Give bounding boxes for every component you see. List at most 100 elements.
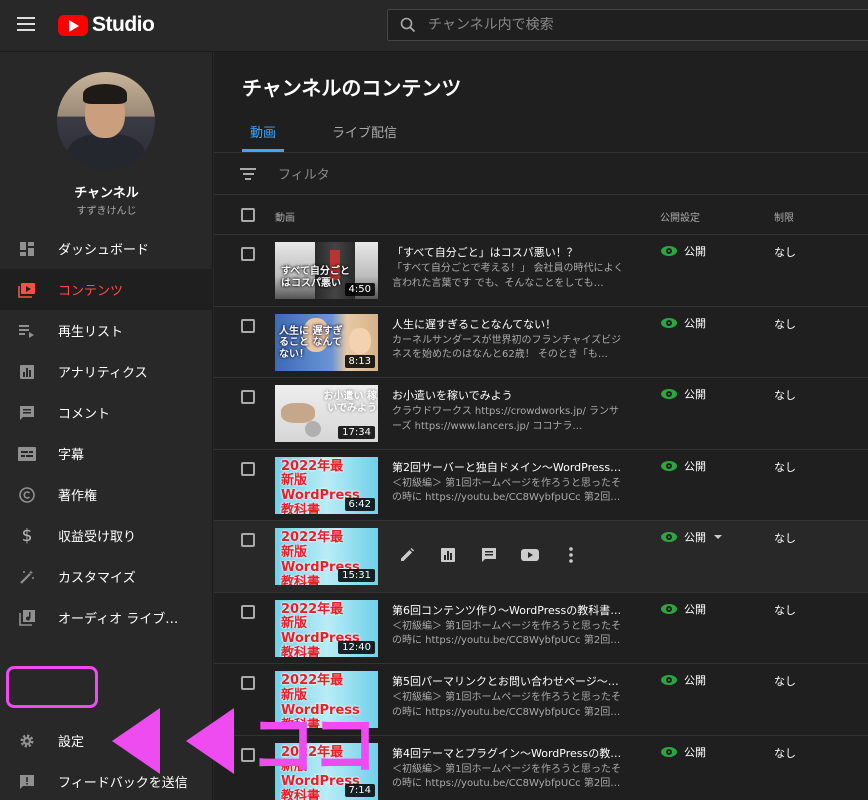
video-title[interactable]: お小遣いを稼いでみよう	[392, 387, 628, 403]
column-header-video[interactable]: 動画	[275, 209, 295, 224]
visibility-status[interactable]: 公開	[661, 601, 706, 617]
filter-input[interactable]: フィルタ	[278, 164, 330, 183]
thumbnail-caption: 2022年最新版 WordPress 教科書	[281, 744, 360, 800]
row-checkbox[interactable]	[241, 247, 255, 261]
filter-bar[interactable]: フィルタ	[214, 153, 868, 195]
sidebar-item-settings[interactable]: 設定	[0, 720, 213, 761]
table-row[interactable]: 2022年最新版 WordPress 教科書 12:40 第6回コンテンツ作り〜…	[214, 593, 868, 664]
sidebar-item-feedback[interactable]: フィードバックを送信	[0, 761, 213, 800]
eye-icon	[661, 675, 677, 685]
visibility-label: 公開	[684, 316, 706, 330]
search-input[interactable]	[428, 17, 828, 33]
video-thumbnail[interactable]: 2022年最新版 WordPress 教科書 7:14	[275, 742, 378, 800]
video-duration: 8:13	[344, 354, 375, 368]
sidebar-item-subtitles[interactable]: 字幕	[0, 433, 213, 474]
video-list: すべて自分ごと はコスパ悪い 4:50 「すべて自分ごと」はコスパ悪い！？ 「す…	[214, 235, 868, 800]
video-thumbnail[interactable]: すべて自分ごと はコスパ悪い 4:50	[275, 242, 378, 299]
visibility-status[interactable]: 公開	[661, 243, 706, 259]
row-checkbox[interactable]	[241, 533, 255, 547]
analytics-icon[interactable]	[439, 546, 457, 564]
table-row[interactable]: 2022年最新版 WordPress 教科書 7:14 第4回テーマとプラグイン…	[214, 736, 868, 800]
sidebar-item-analytics[interactable]: アナリティクス	[0, 351, 213, 392]
video-title[interactable]: 第6回コンテンツ作り〜WordPressの教科書く…	[392, 602, 628, 618]
main-content: チャンネルのコンテンツ 動画 ライブ配信 フィルタ 動画 公開設定 制限 すべて…	[214, 52, 868, 800]
video-description: ＜初級編＞ 第1回ホームページを作ろうと思ったその時に https://yout…	[392, 620, 622, 647]
filter-icon[interactable]	[240, 165, 256, 183]
video-title[interactable]: 人生に遅すぎることなんてない！	[392, 316, 628, 332]
column-header-restrictions[interactable]: 制限	[774, 209, 794, 224]
restriction-status: なし	[774, 675, 796, 688]
video-thumbnail[interactable]: 人生に 遅すぎること なんてない！ 8:13	[275, 313, 378, 371]
video-title[interactable]: 第2回サーバーと独自ドメイン〜WordPressの…	[392, 459, 628, 475]
more-options-icon[interactable]	[562, 546, 580, 564]
table-row[interactable]: 2022年最新版 WordPress 教科書 15:31 公開 なし	[214, 521, 868, 593]
sidebar-item-comments[interactable]: コメント	[0, 392, 213, 433]
column-header-visibility[interactable]: 公開設定	[660, 209, 700, 224]
sidebar-item-dashboard[interactable]: ダッシュボード	[0, 228, 213, 269]
row-checkbox[interactable]	[241, 604, 255, 619]
row-checkbox[interactable]	[241, 676, 255, 690]
sidebar-item-content[interactable]: コンテンツ	[0, 269, 213, 310]
video-description: ＜初級編＞ 第1回ホームページを作ろうと思ったその時に https://yout…	[392, 763, 622, 790]
menu-icon[interactable]	[17, 17, 35, 31]
comment-icon[interactable]	[480, 546, 498, 564]
visibility-label: 公開	[684, 245, 706, 258]
sidebar-item-copyright[interactable]: 著作権	[0, 474, 213, 515]
visibility-status[interactable]: 公開	[661, 458, 706, 474]
sidebar-item-customization[interactable]: カスタマイズ	[0, 556, 213, 597]
copyright-icon	[18, 486, 36, 504]
row-checkbox[interactable]	[241, 747, 255, 762]
table-header: 動画 公開設定 制限	[214, 195, 868, 235]
playlist-icon	[18, 322, 36, 340]
sidebar-item-label: 字幕	[58, 448, 85, 463]
row-checkbox[interactable]	[241, 318, 255, 333]
row-checkbox[interactable]	[241, 461, 255, 476]
edit-icon[interactable]	[398, 546, 416, 564]
youtube-icon[interactable]	[521, 546, 539, 564]
visibility-dropdown[interactable]: 公開	[661, 529, 722, 545]
sidebar-item-audio-library[interactable]: オーディオ ライブ…	[0, 597, 213, 638]
audio-library-icon	[18, 609, 36, 627]
visibility-status[interactable]: 公開	[661, 386, 706, 402]
top-app-bar: Studio	[0, 0, 868, 52]
video-thumbnail[interactable]: 2022年最新版 WordPress 教科書 12:40	[275, 599, 378, 657]
select-all-checkbox[interactable]	[241, 208, 255, 222]
video-description: カーネルサンダースが世界初のフランチャイズビジネスを始めたのはなんと62歳！ そ…	[392, 334, 622, 361]
table-row[interactable]: 2022年最新版 WordPress 教科書 6:42 第2回サーバーと独自ドメ…	[214, 450, 868, 521]
search-box[interactable]	[387, 9, 868, 41]
tab-live[interactable]: ライブ配信	[324, 122, 405, 152]
video-title[interactable]: 第5回パーマリンクとお問い合わせページ〜W…	[392, 673, 628, 689]
video-thumbnail[interactable]: 2022年最新版 WordPress 教科書	[275, 671, 378, 728]
thumbnail-caption: 2022年最新版 WordPress 教科書	[281, 673, 360, 728]
sidebar-item-label: カスタマイズ	[58, 571, 136, 586]
studio-logo[interactable]: Studio	[58, 13, 155, 37]
visibility-label: 公開	[684, 674, 706, 687]
table-row[interactable]: お小遣い 稼いでみよう 17:34 お小遣いを稼いでみよう クラウドワークス h…	[214, 378, 868, 450]
visibility-status[interactable]: 公開	[661, 315, 706, 331]
visibility-label: 公開	[684, 602, 706, 616]
sidebar-item-label: ダッシュボード	[58, 243, 150, 258]
eye-icon	[661, 389, 677, 399]
video-title[interactable]: 第4回テーマとプラグイン〜WordPressの教科…	[392, 745, 628, 761]
comment-icon	[18, 404, 36, 422]
video-thumbnail[interactable]: お小遣い 稼いでみよう 17:34	[275, 385, 378, 442]
table-row[interactable]: すべて自分ごと はコスパ悪い 4:50 「すべて自分ごと」はコスパ悪い！？ 「す…	[214, 235, 868, 307]
video-duration: 15:31	[338, 569, 375, 582]
restriction-status: なし	[774, 460, 796, 474]
sidebar-item-playlists[interactable]: 再生リスト	[0, 310, 213, 351]
channel-avatar[interactable]	[57, 72, 155, 170]
tab-videos[interactable]: 動画	[242, 122, 285, 152]
video-thumbnail[interactable]: 2022年最新版 WordPress 教科書 15:31	[275, 528, 378, 585]
table-row[interactable]: 人生に 遅すぎること なんてない！ 8:13 人生に遅すぎることなんてない！ カ…	[214, 307, 868, 378]
table-row[interactable]: 2022年最新版 WordPress 教科書 第5回パーマリンクとお問い合わせペ…	[214, 664, 868, 736]
visibility-status[interactable]: 公開	[661, 672, 706, 688]
row-checkbox[interactable]	[241, 390, 255, 404]
video-thumbnail[interactable]: 2022年最新版 WordPress 教科書 6:42	[275, 456, 378, 514]
restriction-status: なし	[774, 246, 796, 259]
sidebar-item-monetization[interactable]: $ 収益受け取り	[0, 515, 213, 556]
sidebar-item-label: 設定	[58, 735, 85, 750]
sidebar-nav: ダッシュボード コンテンツ 再生リスト アナリティクス コメント 字幕 著作権 …	[0, 228, 213, 638]
content-icon	[18, 281, 36, 299]
video-title[interactable]: 「すべて自分ごと」はコスパ悪い！？	[392, 244, 628, 260]
visibility-status[interactable]: 公開	[661, 744, 706, 760]
